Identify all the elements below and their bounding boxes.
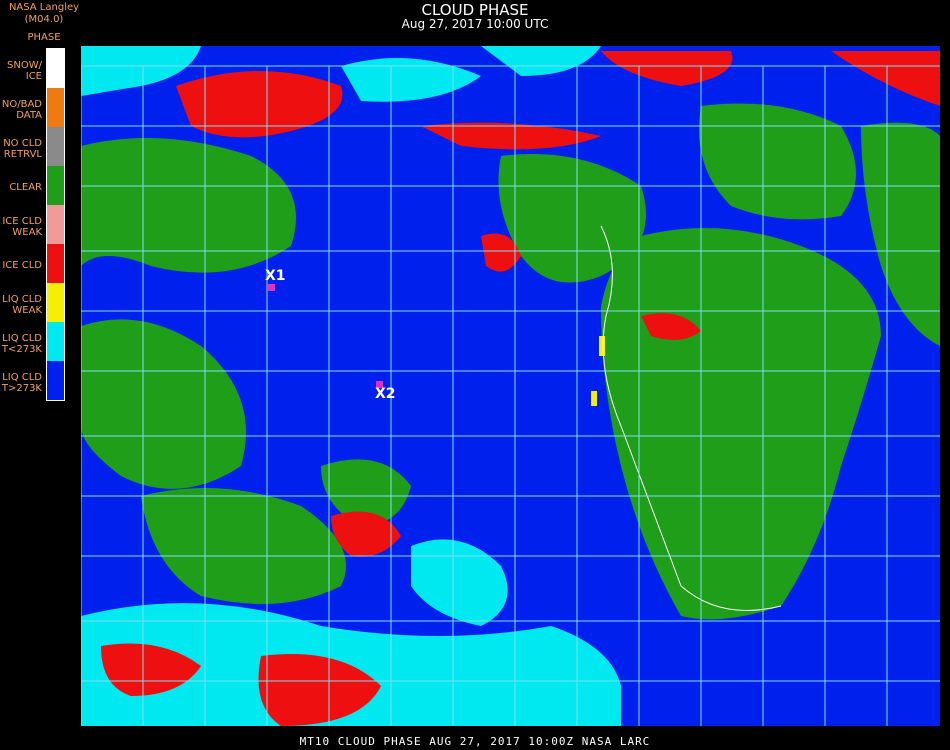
legend-swatch-liq-cld-weak	[47, 283, 64, 322]
legend-label-ice-cld-weak: ICE CLD WEAK	[2, 216, 42, 238]
map-subtitle: Aug 27, 2017 10:00 UTC	[401, 17, 549, 31]
legend-swatch-clear	[47, 166, 64, 205]
legend-label-clear: CLEAR	[9, 182, 42, 193]
legend-swatch-ice-cld	[47, 244, 64, 283]
marker-x1-point	[268, 284, 275, 291]
footer-caption: MT10 CLOUD PHASE AUG 27, 2017 10:00Z NAS…	[299, 735, 651, 748]
legend-swatch-ice-cld-weak	[47, 205, 64, 244]
legend-label-snow-ice: SNOW/ICE	[7, 60, 42, 82]
marker-x1-label: X1	[265, 268, 286, 284]
legend-title: PHASE	[27, 32, 61, 43]
title-block: CLOUD PHASE Aug 27, 2017 10:00 UTC	[0, 2, 950, 31]
legend-label-no-cld-retrvl: NO CLD RETRVL	[3, 138, 42, 160]
map-canvas	[81, 46, 940, 726]
cloud-phase-map[interactable]	[81, 46, 940, 726]
legend-label-liq-cld-warm: LIQ CLD T>273K	[1, 372, 42, 394]
marker-x2-label: X2	[375, 386, 396, 402]
map-title: CLOUD PHASE	[421, 1, 529, 19]
legend-label-liq-cld-weak: LIQ CLD WEAK	[2, 294, 42, 316]
legend-swatch-liq-cld-cold	[47, 322, 64, 361]
legend-swatch-no-cld-retrvl	[47, 127, 64, 166]
legend-label-liq-cld-cold: LIQ CLD T<273K	[1, 333, 42, 355]
legend-label-ice-cld: ICE CLD	[2, 260, 42, 271]
legend-swatch-no-bad-data	[47, 88, 64, 127]
phase-legend-bar	[46, 48, 65, 401]
legend-label-no-bad-data: NO/BAD DATA	[1, 99, 42, 121]
legend-swatch-liq-cld-warm	[47, 361, 64, 400]
legend-swatch-snow-ice	[47, 49, 64, 88]
